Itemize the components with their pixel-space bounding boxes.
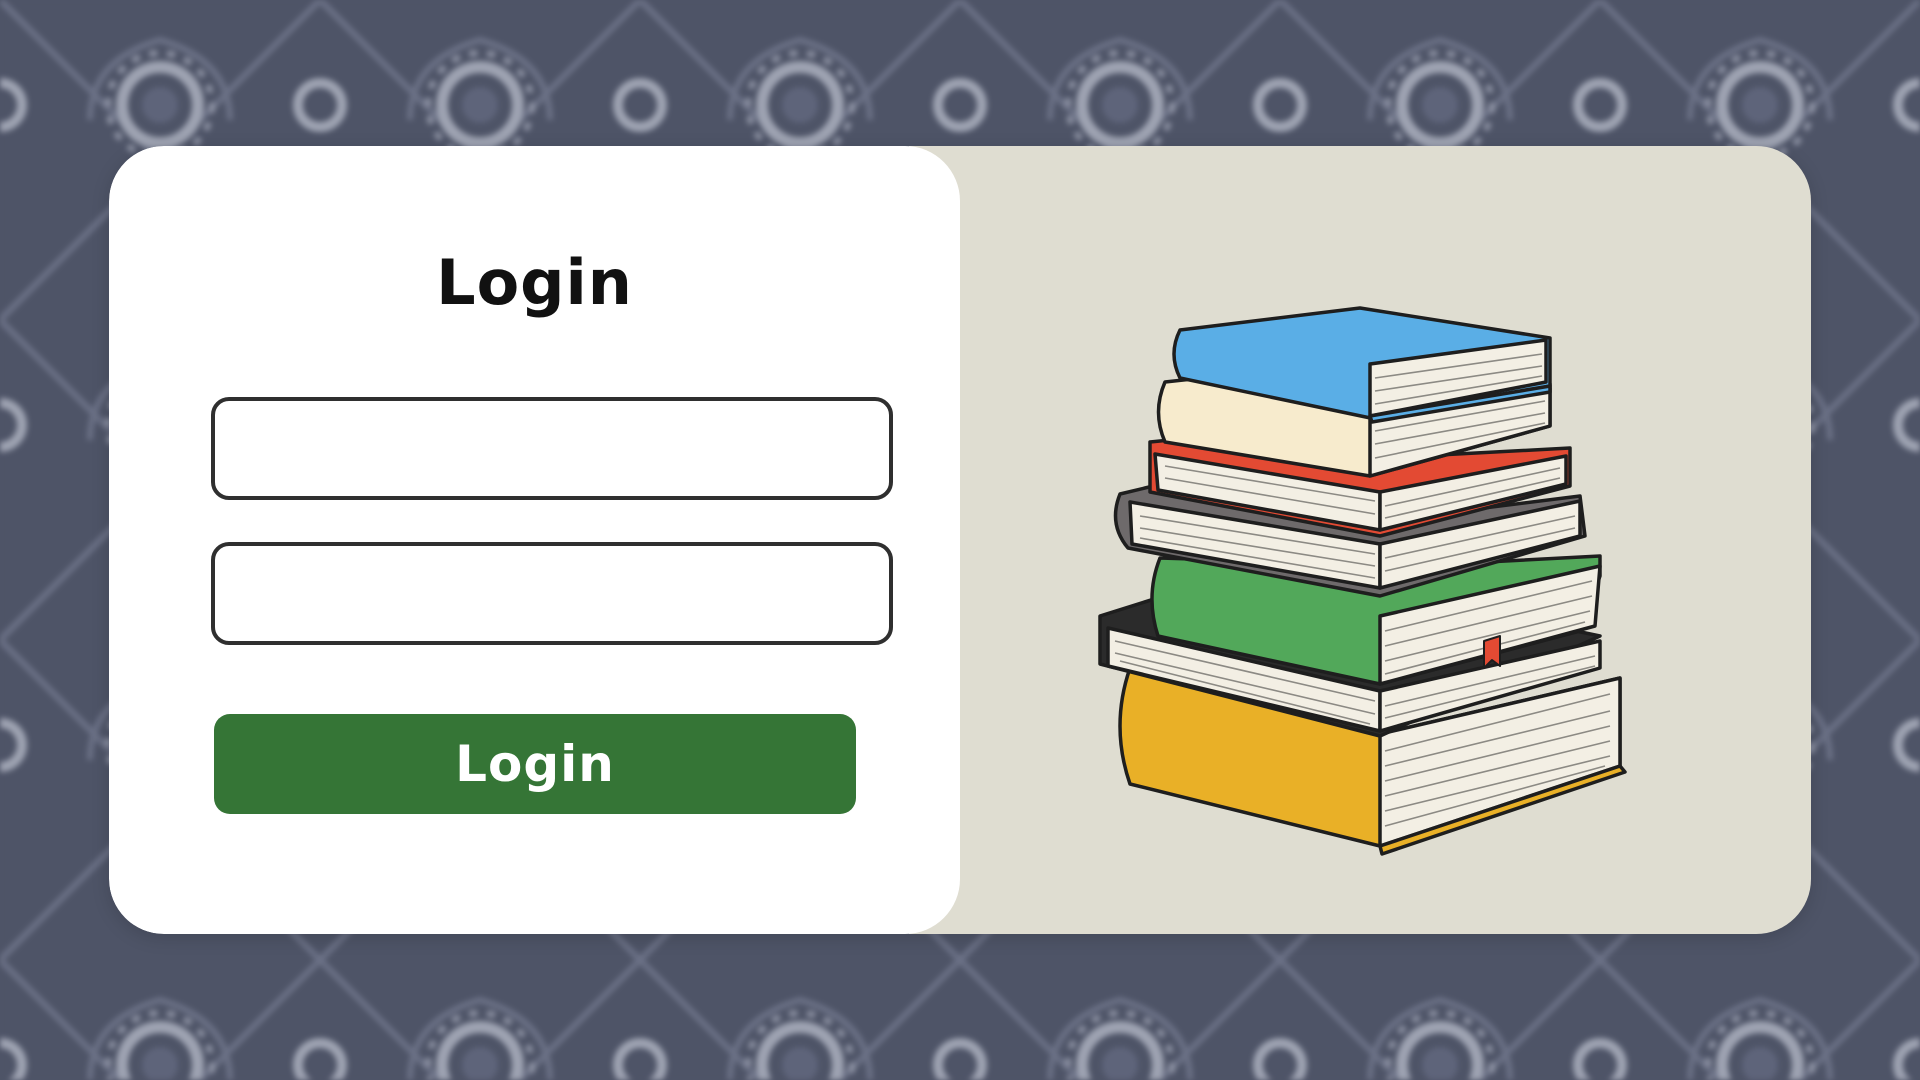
- login-form-panel: Login Login: [109, 146, 960, 934]
- page-title: Login: [436, 246, 633, 319]
- username-field[interactable]: [211, 397, 893, 500]
- stack-of-books-icon: [1098, 306, 1627, 856]
- login-button[interactable]: Login: [214, 714, 856, 814]
- password-field[interactable]: [211, 542, 893, 645]
